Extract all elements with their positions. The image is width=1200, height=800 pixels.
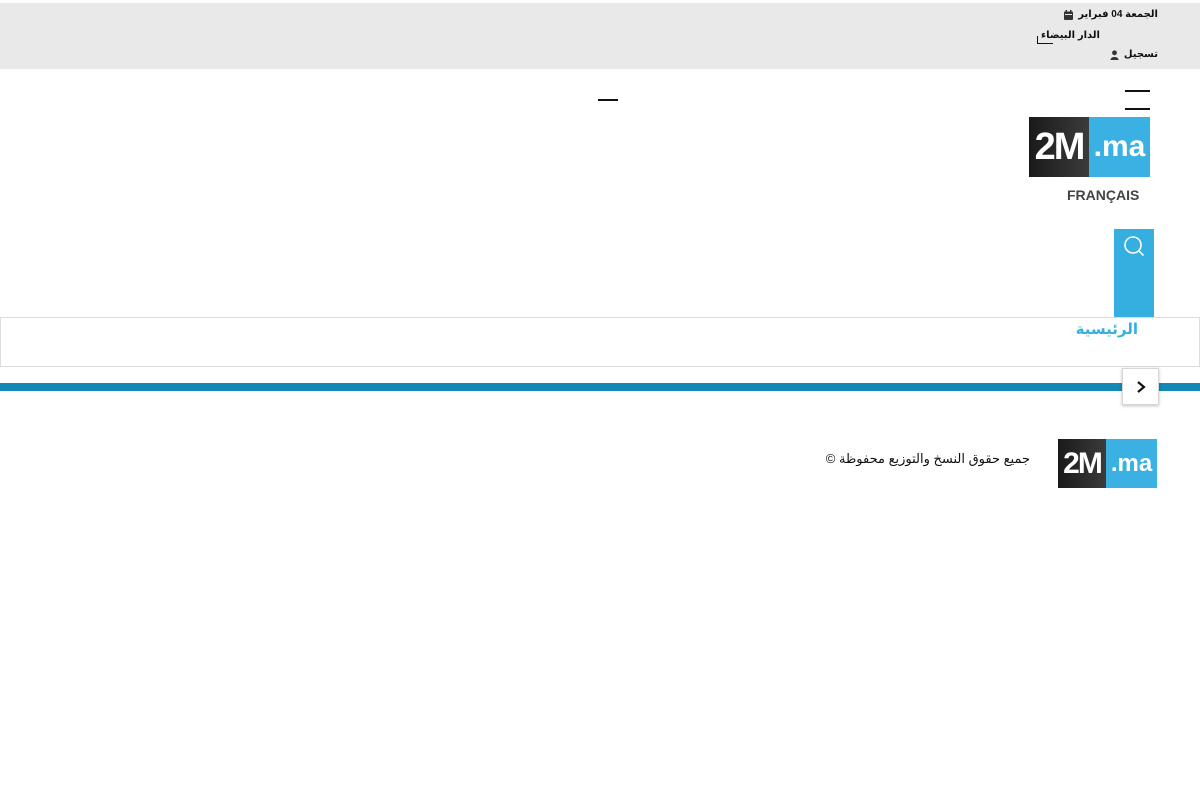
user-icon	[1110, 49, 1119, 60]
calendar-icon	[1064, 9, 1074, 20]
date-text: الجمعة 04 فبراير	[1078, 9, 1158, 20]
nav-scroll-button[interactable]	[1122, 368, 1159, 405]
copyright-text: جميع حقوق النسخ والتوزيع محفوظة ©	[825, 451, 1030, 466]
footer-logo-blue-part: .ma	[1106, 439, 1157, 488]
footer-logo[interactable]: 2M .ma	[1058, 439, 1157, 488]
language-link[interactable]: FRANÇAIS	[1067, 187, 1139, 203]
logo-dark-part: 2M	[1029, 117, 1089, 177]
main-nav: الرئيسية	[0, 317, 1200, 367]
city-underline	[1037, 43, 1053, 44]
search-button[interactable]	[1114, 229, 1154, 317]
city-selector[interactable]: الدار البيضاء	[1037, 30, 1100, 44]
chevron-right-icon	[1136, 380, 1146, 393]
nav-item-home[interactable]: الرئيسية	[1076, 320, 1138, 338]
section-rule	[0, 383, 1200, 391]
search-icon	[1124, 236, 1145, 257]
city-tick	[1037, 36, 1038, 44]
hamburger-menu-icon[interactable]	[1125, 90, 1150, 110]
footer-logo-dark-part: 2M	[1058, 439, 1106, 488]
register-text: تسجيل	[1123, 49, 1158, 60]
site-logo[interactable]: 2M .ma	[1029, 117, 1150, 177]
top-bar: الجمعة 04 فبراير الدار البيضاء تسجيل	[0, 3, 1200, 69]
date-row: الجمعة 04 فبراير	[1064, 9, 1158, 20]
divider-dash	[598, 99, 618, 101]
logo-blue-part: .ma	[1089, 117, 1150, 177]
register-link[interactable]: تسجيل	[1110, 49, 1158, 60]
city-text: الدار البيضاء	[1041, 30, 1100, 41]
